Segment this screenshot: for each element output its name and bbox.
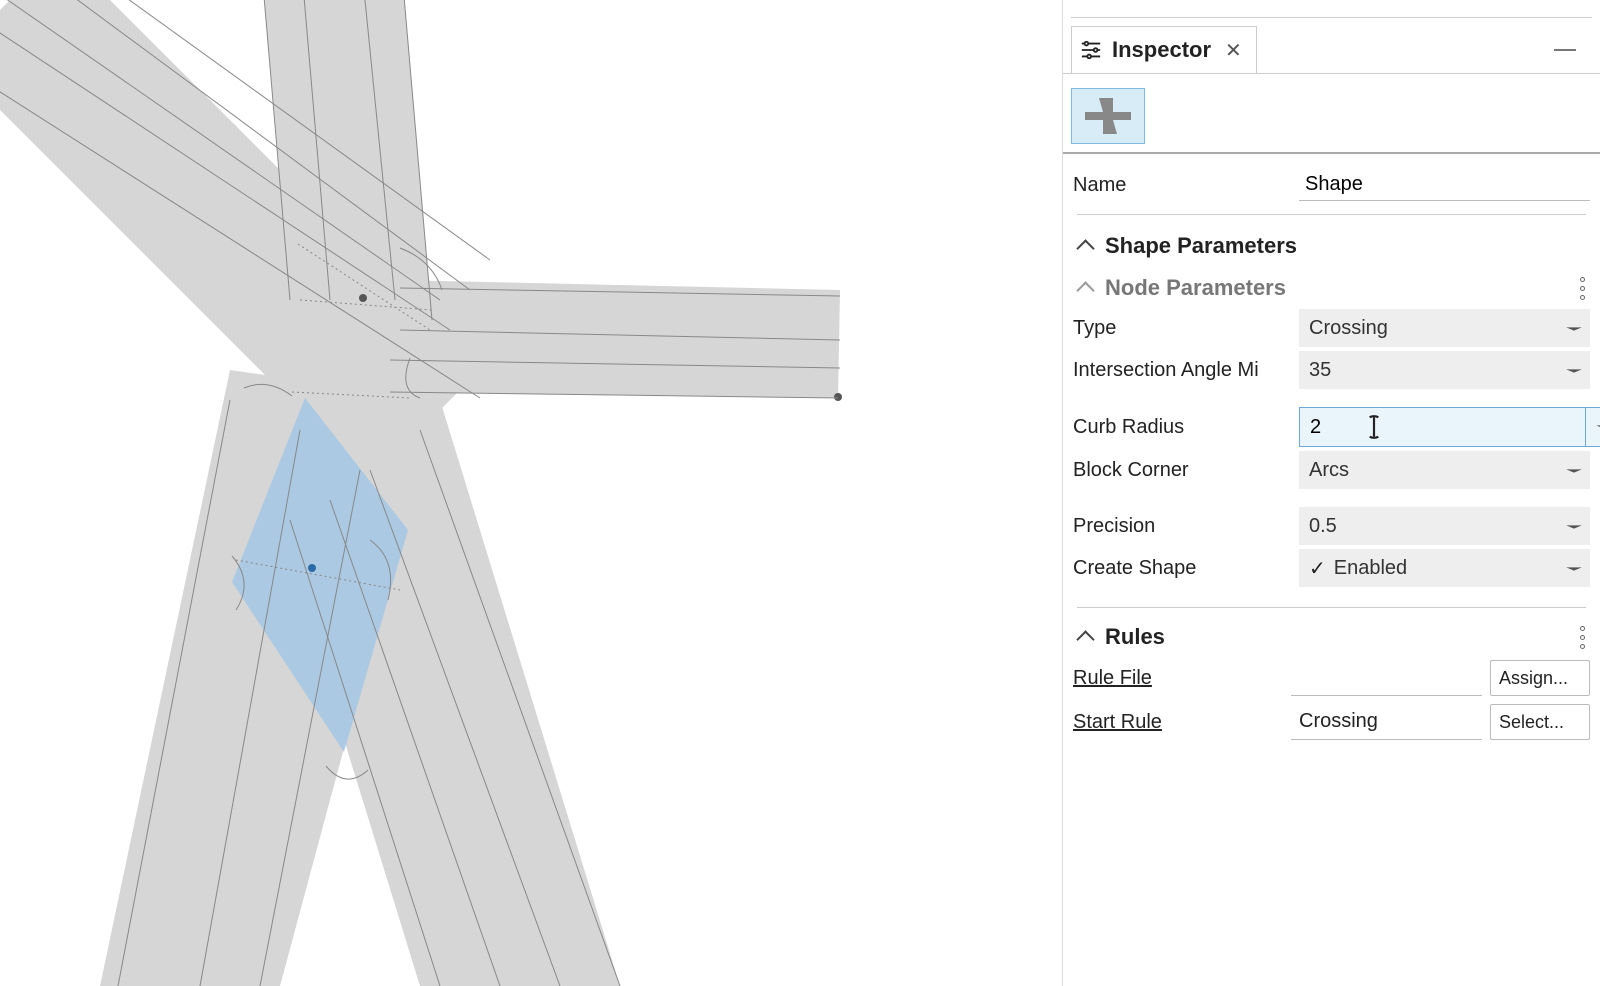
curb-radius-label: Curb Radius	[1073, 416, 1299, 439]
curb-radius-input[interactable]	[1299, 407, 1600, 447]
precision-dropdown[interactable]: 0.5	[1299, 507, 1590, 545]
name-row: Name	[1073, 164, 1590, 206]
rule-file-label[interactable]: Rule File	[1073, 667, 1283, 690]
start-rule-label[interactable]: Start Rule	[1073, 711, 1283, 734]
selection-thumbnail[interactable]	[1071, 88, 1145, 144]
block-corner-dropdown[interactable]: Arcs	[1299, 451, 1590, 489]
more-icon[interactable]	[1580, 277, 1586, 300]
type-label: Type	[1073, 317, 1299, 340]
name-input[interactable]	[1299, 169, 1590, 201]
assign-button[interactable]: Assign...	[1490, 660, 1590, 696]
section-shape-parameters[interactable]: Shape Parameters	[1073, 223, 1590, 265]
create-shape-label: Create Shape	[1073, 557, 1299, 580]
inspector-panel: Inspector ✕ Name Shape Parameters	[1062, 0, 1600, 986]
curb-radius-dropdown[interactable]	[1585, 408, 1600, 446]
tab-inspector[interactable]: Inspector ✕	[1071, 26, 1257, 73]
chevron-down-icon	[1566, 369, 1582, 372]
chevron-up-icon	[1077, 238, 1093, 254]
section-node-parameters[interactable]: Node Parameters	[1073, 265, 1590, 307]
viewport-3d[interactable]	[0, 0, 1062, 986]
close-icon[interactable]: ✕	[1225, 38, 1242, 63]
angle-label: Intersection Angle Mi	[1073, 359, 1299, 382]
block-corner-label: Block Corner	[1073, 459, 1299, 482]
more-icon[interactable]	[1580, 626, 1586, 649]
precision-label: Precision	[1073, 515, 1299, 538]
chevron-down-icon	[1566, 567, 1582, 570]
type-dropdown[interactable]: Crossing	[1299, 309, 1590, 347]
start-rule-field[interactable]: Crossing	[1291, 704, 1482, 740]
create-shape-dropdown[interactable]: Enabled	[1299, 549, 1590, 587]
chevron-down-icon	[1596, 425, 1600, 428]
select-button[interactable]: Select...	[1490, 704, 1590, 740]
tab-title: Inspector	[1112, 37, 1211, 63]
tab-bar: Inspector ✕	[1063, 18, 1600, 73]
rule-file-field[interactable]	[1291, 660, 1482, 696]
section-rules[interactable]: Rules	[1073, 614, 1590, 656]
chevron-down-icon	[1566, 525, 1582, 528]
chevron-up-icon	[1077, 280, 1093, 296]
name-label: Name	[1073, 174, 1299, 197]
chevron-down-icon	[1566, 469, 1582, 472]
chevron-down-icon	[1566, 327, 1582, 330]
thumbnail-row	[1063, 73, 1600, 154]
angle-dropdown[interactable]: 35	[1299, 351, 1590, 389]
minimize-icon[interactable]	[1554, 49, 1576, 51]
sliders-icon	[1080, 39, 1102, 61]
chevron-up-icon	[1077, 629, 1093, 645]
